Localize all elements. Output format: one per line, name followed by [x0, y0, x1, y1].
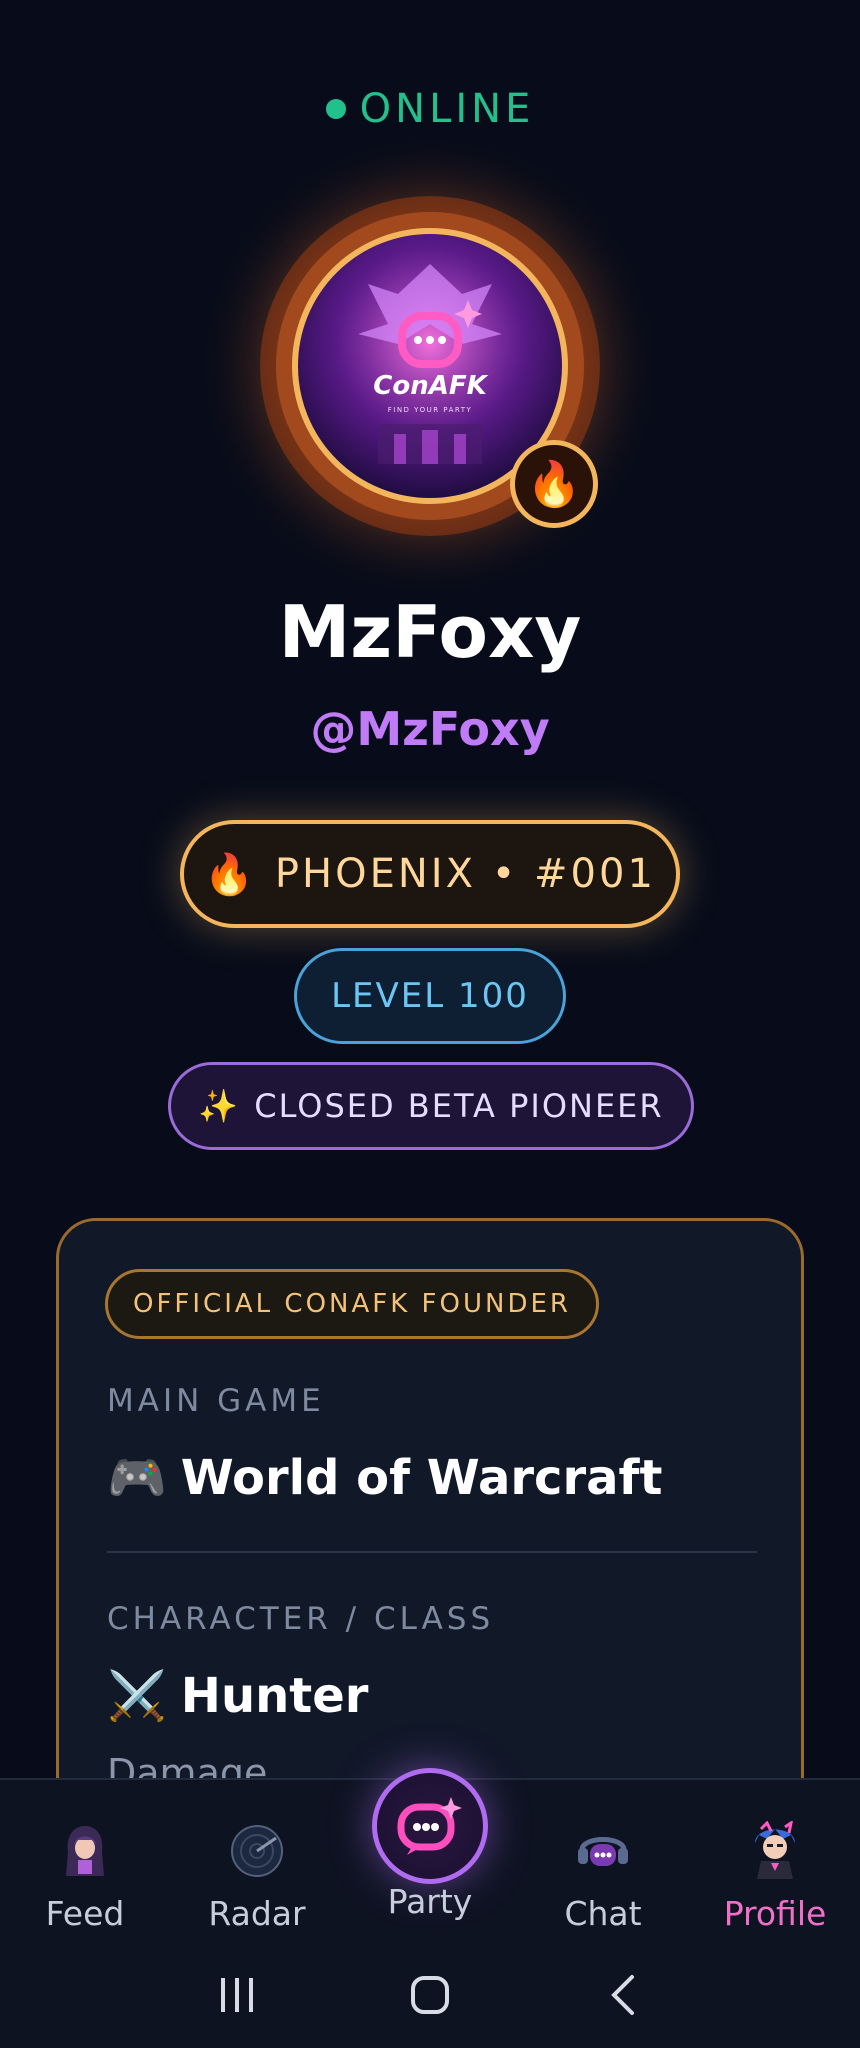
gamepad-icon: 🎮 — [107, 1450, 167, 1506]
founder-badge: OFFICIAL CONAFK FOUNDER — [105, 1269, 599, 1339]
nav-item-profile[interactable]: Profile — [710, 1821, 840, 1933]
user-handle: @MzFoxy — [310, 702, 550, 756]
nav-item-radar[interactable]: Radar — [192, 1822, 322, 1933]
back-icon[interactable] — [583, 1960, 663, 2030]
party-logo-icon — [397, 1797, 462, 1855]
sparkles-icon: ✨ — [198, 1087, 241, 1125]
phoenix-badge-label: PHOENIX • #001 — [274, 851, 656, 897]
party-button[interactable] — [372, 1768, 488, 1884]
fire-icon: 🔥 — [510, 440, 598, 528]
beta-pioneer-badge: ✨ CLOSED BETA PIONEER — [168, 1062, 694, 1150]
character-class-value: ⚔️ Hunter — [107, 1667, 369, 1725]
profile-avatar-icon — [746, 1821, 804, 1880]
flame-icon: 🔥 — [204, 851, 257, 898]
level-badge: LEVEL 100 — [294, 948, 566, 1044]
status-label: ONLINE — [359, 86, 535, 132]
home-icon[interactable] — [390, 1960, 470, 2030]
character-class-text: Hunter — [180, 1667, 369, 1724]
display-name: MzFoxy — [278, 590, 582, 674]
nav-label-party: Party — [387, 1882, 473, 1921]
avatar-tagline: FIND YOUR PARTY — [388, 406, 473, 414]
system-navigation-bar — [0, 1960, 860, 2030]
nav-item-chat[interactable]: Chat — [538, 1822, 668, 1933]
chat-headset-icon — [574, 1822, 632, 1880]
online-status: ONLINE — [0, 86, 860, 132]
hooded-avatar-icon — [56, 1822, 114, 1880]
nav-item-feed[interactable]: Feed — [20, 1822, 150, 1933]
main-game-value: 🎮 World of Warcraft — [107, 1449, 663, 1507]
nav-label-feed: Feed — [45, 1894, 125, 1933]
beta-badge-label: CLOSED BETA PIONEER — [254, 1087, 664, 1125]
main-game-label: MAIN GAME — [107, 1383, 325, 1419]
main-game-text: World of Warcraft — [180, 1449, 663, 1506]
nav-label-profile: Profile — [723, 1894, 827, 1933]
status-dot-icon — [325, 99, 346, 119]
profile-avatar[interactable]: ConAFK FIND YOUR PARTY 🔥 — [260, 196, 600, 536]
nav-label-radar: Radar — [208, 1894, 306, 1933]
crossed-swords-icon: ⚔️ — [107, 1668, 167, 1724]
card-divider — [107, 1551, 757, 1553]
recent-apps-icon[interactable] — [197, 1960, 277, 2030]
founder-badge-label: OFFICIAL CONAFK FOUNDER — [133, 1289, 571, 1319]
character-class-label: CHARACTER / CLASS — [107, 1601, 495, 1637]
nav-label-chat: Chat — [564, 1894, 642, 1933]
avatar-logo-text: ConAFK — [373, 371, 488, 401]
radar-icon — [228, 1822, 286, 1880]
phoenix-badge: 🔥 PHOENIX • #001 — [180, 820, 680, 928]
level-badge-label: LEVEL 100 — [331, 976, 529, 1016]
